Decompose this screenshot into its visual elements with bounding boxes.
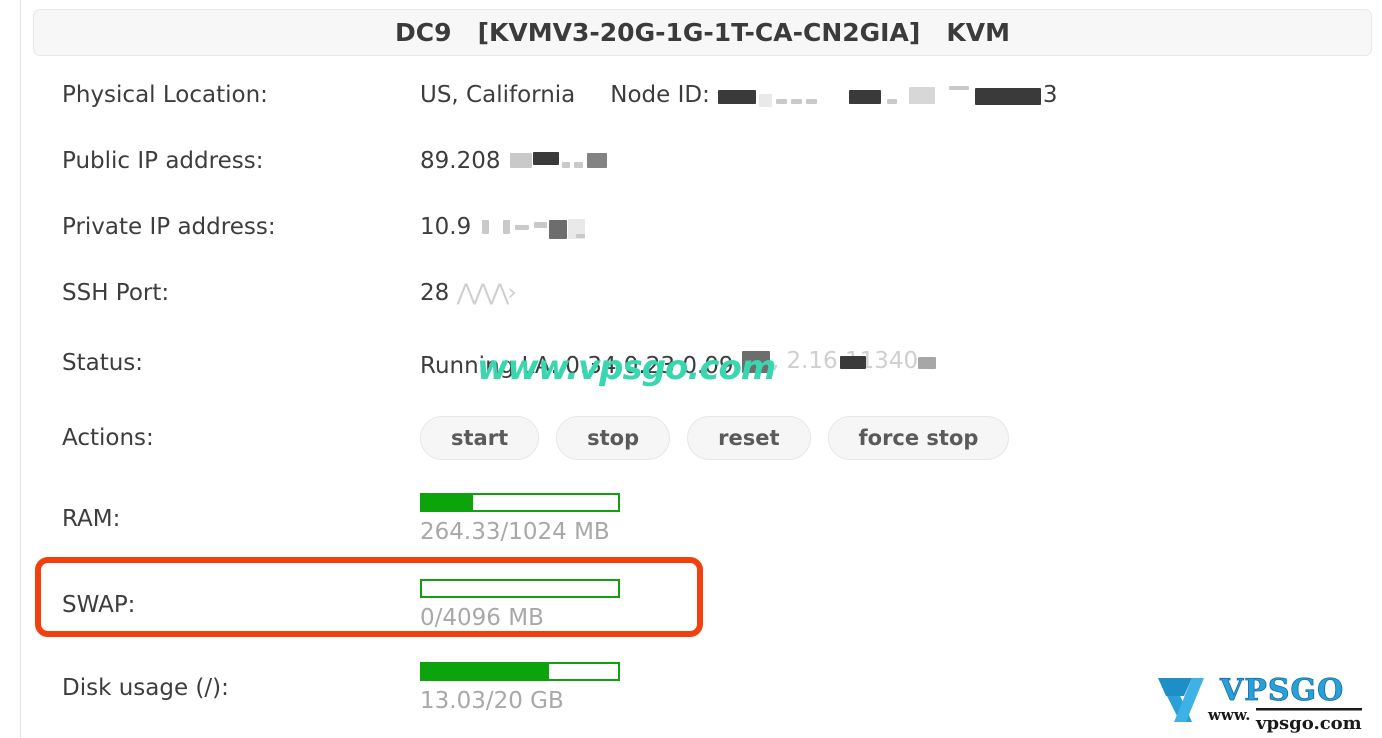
status-redaction: , 2.16 11340 bbox=[741, 348, 937, 374]
node-id-visible-tail: 3 bbox=[1042, 82, 1058, 108]
vps-control-panel: DC9 [KVMV3-20G-1G-1T-CA-CN2GIA] KVM Phys… bbox=[0, 0, 1382, 738]
row-public-ip: Public IP address: 89.208 bbox=[0, 128, 1382, 194]
vpsgo-domain-text: vpsgo.com bbox=[1255, 713, 1362, 734]
private-ip-visible-prefix: 10.9 bbox=[420, 214, 472, 240]
swap-meter-track bbox=[420, 579, 620, 598]
private-ip-redaction bbox=[481, 219, 585, 239]
ssh-port-visible-prefix: 28 bbox=[420, 280, 450, 306]
row-physical-location: Physical Location: US, California Node I… bbox=[0, 62, 1382, 128]
row-private-ip: Private IP address: 10.9 bbox=[0, 194, 1382, 260]
force-stop-button[interactable]: force stop bbox=[827, 416, 1010, 460]
swap-value-group: 0/4096 MB bbox=[420, 579, 1382, 631]
swap-usage-text: 0/4096 MB bbox=[420, 605, 544, 631]
ssh-port-value-group: 28 ⋀⋀⋀ › bbox=[420, 280, 1382, 306]
disk-meter-fill bbox=[422, 664, 550, 679]
ram-meter-fill bbox=[422, 495, 473, 510]
row-ram: RAM: 264.33/1024 MB bbox=[0, 476, 1382, 562]
node-id-label: Node ID: bbox=[610, 82, 710, 108]
ssh-port-redaction: ⋀⋀⋀ › bbox=[456, 280, 517, 306]
vpsgo-logo-icon: VPSGO www. vpsgo.com bbox=[1142, 673, 1362, 734]
row-status: Status: Running LA: 0.34 0.23 0.09 , 2.1… bbox=[0, 326, 1382, 400]
physical-location-inline: US, California Node ID: 3 bbox=[420, 82, 1058, 108]
node-id-redacted-value: 3 bbox=[717, 82, 1058, 108]
public-ip-visible-prefix: 89.208 bbox=[420, 148, 501, 174]
public-ip-label: Public IP address: bbox=[62, 148, 264, 174]
action-button-group: start stop reset force stop bbox=[420, 416, 1382, 460]
info-rows: Physical Location: US, California Node I… bbox=[0, 62, 1382, 728]
public-ip-value-group: 89.208 bbox=[420, 148, 1382, 174]
private-ip-value-group: 10.9 bbox=[420, 214, 1382, 240]
ram-label: RAM: bbox=[62, 506, 121, 532]
stop-button[interactable]: stop bbox=[556, 416, 671, 460]
start-button[interactable]: start bbox=[420, 416, 540, 460]
status-value-group: Running LA: 0.34 0.23 0.09 , 2.16 11340 bbox=[420, 348, 1382, 379]
ram-usage-text: 264.33/1024 MB bbox=[420, 519, 610, 545]
row-ssh-port: SSH Port: 28 ⋀⋀⋀ › bbox=[0, 260, 1382, 326]
status-label: Status: bbox=[62, 350, 144, 376]
ram-value-group: 264.33/1024 MB bbox=[420, 493, 1382, 545]
physical-location-label: Physical Location: bbox=[62, 82, 268, 108]
private-ip-label: Private IP address: bbox=[62, 214, 276, 240]
swap-meter: 0/4096 MB bbox=[420, 579, 1382, 631]
vpsgo-brand-text: VPSGO bbox=[1219, 673, 1344, 708]
row-actions: Actions: start stop reset force stop bbox=[0, 400, 1382, 476]
disk-usage-text: 13.03/20 GB bbox=[420, 688, 564, 714]
physical-location-value-group: US, California Node ID: 3 bbox=[420, 82, 1382, 108]
vpsgo-www-text: www. bbox=[1207, 706, 1250, 724]
reset-button[interactable]: reset bbox=[687, 416, 811, 460]
ssh-port-label: SSH Port: bbox=[62, 280, 170, 306]
physical-location-value: US, California bbox=[420, 82, 576, 108]
vpsgo-logo: VPSGO www. vpsgo.com bbox=[1136, 666, 1368, 734]
actions-label: Actions: bbox=[62, 425, 154, 451]
swap-label: SWAP: bbox=[62, 592, 136, 618]
disk-usage-label: Disk usage (/): bbox=[62, 675, 229, 701]
public-ip-redaction bbox=[509, 151, 607, 168]
panel-header: DC9 [KVMV3-20G-1G-1T-CA-CN2GIA] KVM bbox=[33, 9, 1372, 56]
ram-meter: 264.33/1024 MB bbox=[420, 493, 1382, 545]
ram-meter-track bbox=[420, 493, 620, 512]
page-title: DC9 [KVMV3-20G-1G-1T-CA-CN2GIA] KVM bbox=[395, 18, 1010, 47]
disk-meter-track bbox=[420, 662, 620, 681]
row-swap: SWAP: 0/4096 MB bbox=[0, 562, 1382, 648]
status-value: Running LA: 0.34 0.23 0.09 bbox=[420, 352, 734, 379]
actions-value-group: start stop reset force stop bbox=[420, 416, 1382, 460]
